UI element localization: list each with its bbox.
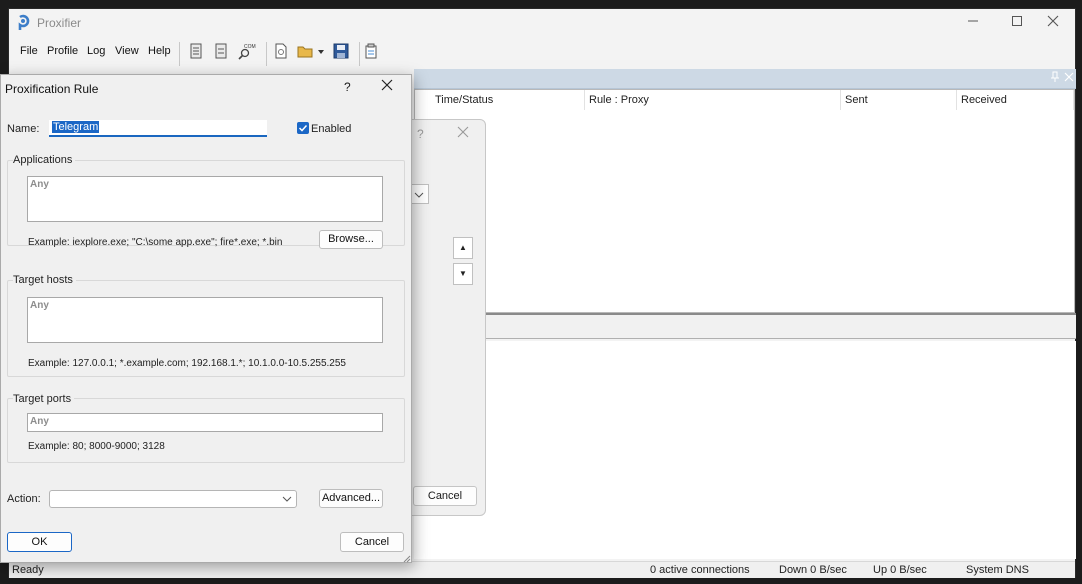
move-up-button[interactable]: ▲: [453, 237, 473, 259]
enabled-checkbox[interactable]: [297, 122, 309, 134]
pin-icon[interactable]: [1050, 71, 1060, 86]
name-label: Name:: [7, 123, 40, 135]
status-bar: Ready 0 active connections Down 0 B/sec …: [9, 561, 1075, 578]
advanced-button[interactable]: Advanced...: [319, 489, 383, 508]
target-ports-title: Target ports: [13, 393, 75, 405]
traffic-icon[interactable]: [211, 41, 231, 61]
chevron-down-icon: [282, 494, 292, 507]
minimize-button[interactable]: [951, 14, 995, 34]
cancel-button[interactable]: Cancel: [340, 532, 404, 552]
status-upload-rate: Up 0 B/sec: [873, 564, 927, 576]
column-rule-proxy[interactable]: Rule : Proxy: [585, 90, 841, 110]
menu-view[interactable]: View: [115, 45, 139, 57]
proxifier-logo-icon: [17, 14, 31, 34]
status-ready: Ready: [12, 564, 44, 576]
bg-help-button[interactable]: ?: [417, 127, 424, 141]
toolbar-separator: [179, 42, 180, 66]
status-dns: System DNS: [966, 564, 1029, 576]
applications-title: Applications: [13, 154, 76, 166]
menu-help[interactable]: Help: [148, 45, 171, 57]
action-label: Action:: [7, 493, 41, 505]
browse-button[interactable]: Browse...: [319, 230, 383, 249]
target-ports-input[interactable]: Any: [27, 413, 383, 432]
resize-grip-icon[interactable]: [403, 554, 411, 566]
close-panel-icon[interactable]: [1064, 72, 1074, 85]
close-icon[interactable]: [381, 78, 393, 94]
help-button[interactable]: ?: [344, 80, 351, 94]
dns-icon[interactable]: COM: [236, 41, 256, 61]
ok-button[interactable]: OK: [7, 532, 72, 552]
connections-icon[interactable]: [186, 41, 206, 61]
bg-close-icon[interactable]: [457, 126, 469, 141]
save-profile-icon[interactable]: [331, 41, 351, 61]
column-received[interactable]: Received: [957, 90, 1074, 110]
close-window-button[interactable]: [1031, 14, 1075, 34]
target-hosts-title: Target hosts: [13, 274, 76, 286]
panel-splitter[interactable]: [414, 313, 1076, 339]
status-active-connections: 0 active connections: [650, 564, 750, 576]
proxification-rule-dialog: Proxification Rule ? Name: Telegram Enab…: [0, 74, 412, 563]
title-bar: Proxifier: [9, 9, 1075, 37]
selected-name-text: Telegram: [52, 121, 100, 133]
action-select[interactable]: [49, 490, 297, 508]
column-time-status[interactable]: Time/Status: [431, 90, 585, 110]
status-download-rate: Down 0 B/sec: [779, 564, 847, 576]
window-title: Proxifier: [37, 16, 82, 30]
menu-profile[interactable]: Profile: [47, 45, 78, 57]
menu-log[interactable]: Log: [87, 45, 105, 57]
move-down-button[interactable]: ▼: [453, 263, 473, 285]
rule-name-input[interactable]: Telegram: [49, 120, 267, 137]
toolbar-separator: [266, 42, 267, 66]
bg-cancel-button[interactable]: Cancel: [413, 486, 477, 506]
target-ports-example: Example: 80; 8000-9000; 3128: [28, 441, 165, 452]
column-sent[interactable]: Sent: [841, 90, 957, 110]
dialog-title: Proxification Rule: [5, 82, 99, 96]
chevron-down-icon[interactable]: [409, 184, 429, 204]
menu-bar: File Profile Log View Help: [9, 41, 179, 63]
open-profile-icon[interactable]: [296, 41, 326, 61]
connections-panel-header: [414, 69, 1076, 89]
clipboard-icon[interactable]: [361, 41, 381, 61]
target-hosts-input[interactable]: Any: [27, 297, 383, 343]
enabled-label: Enabled: [311, 123, 352, 135]
log-panel: [414, 341, 1076, 559]
connections-table: Time/Status Rule : Proxy Sent Received: [414, 89, 1075, 313]
target-hosts-example: Example: 127.0.0.1; *.example.com; 192.1…: [28, 358, 346, 369]
menu-file[interactable]: File: [20, 45, 38, 57]
applications-input[interactable]: Any: [27, 176, 383, 222]
toolbar-separator: [359, 42, 360, 66]
new-profile-icon[interactable]: [271, 41, 291, 61]
applications-example: Example: iexplore.exe; "C:\some app.exe"…: [28, 237, 283, 248]
